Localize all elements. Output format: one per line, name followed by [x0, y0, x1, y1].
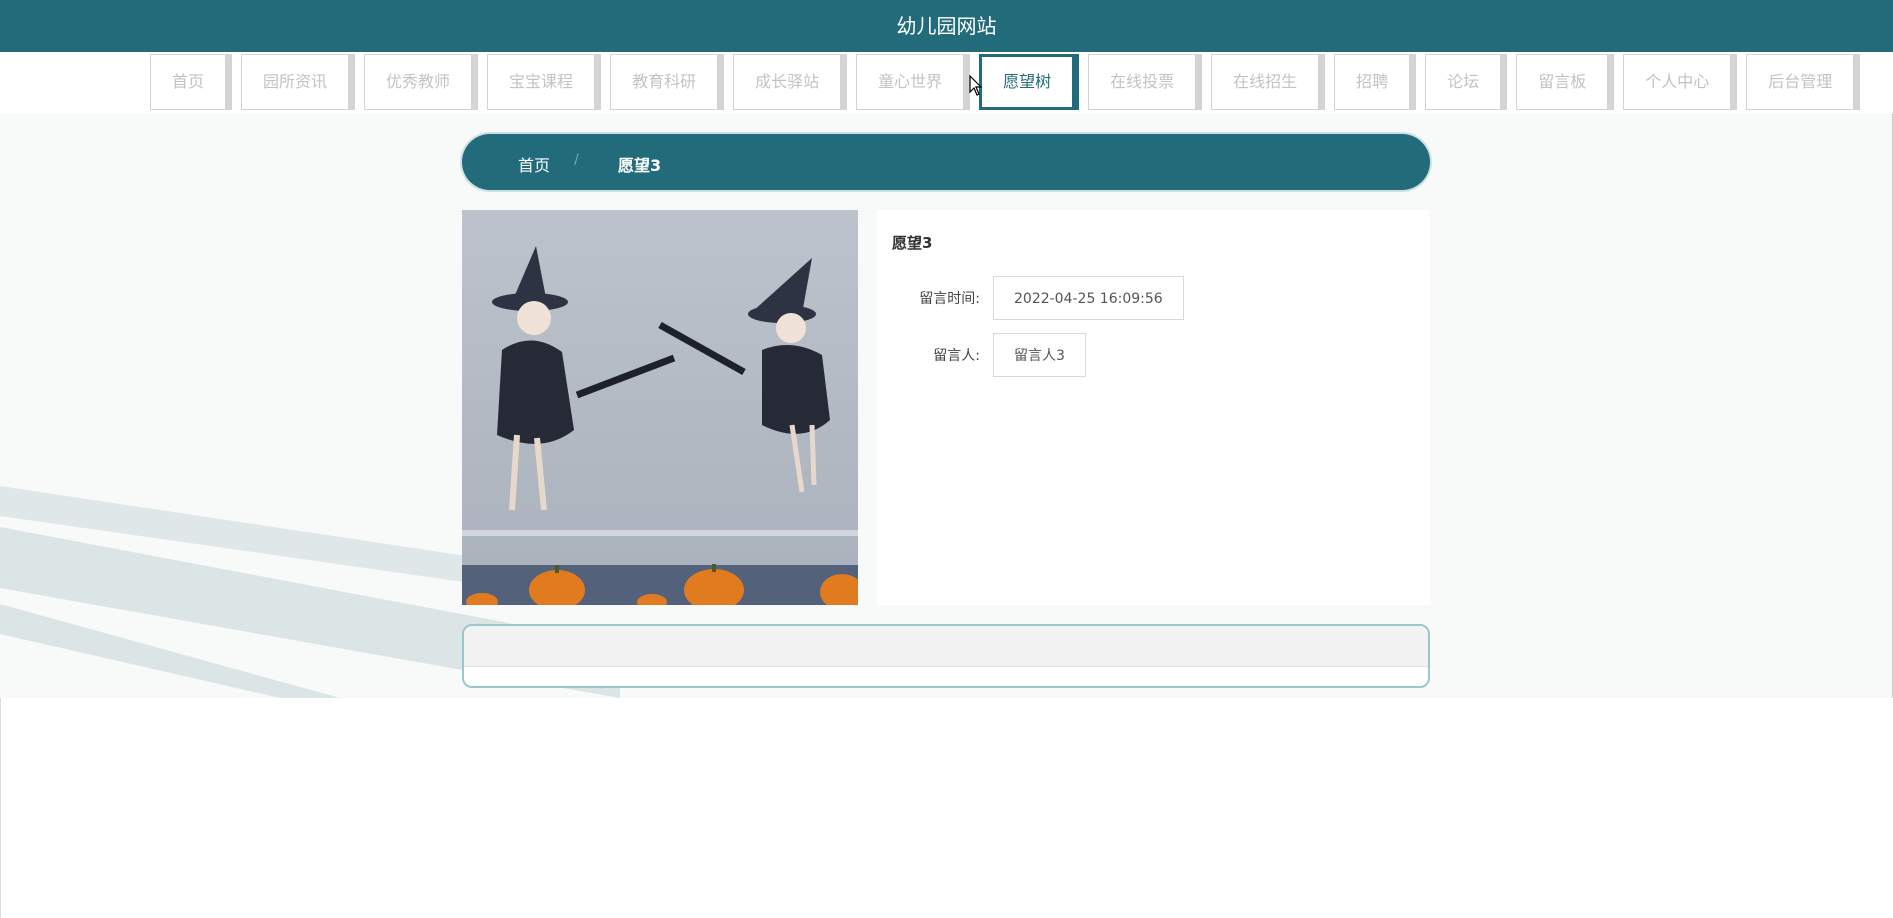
nav-item-news[interactable]: 园所资讯	[241, 54, 356, 110]
breadcrumb-separator: /	[574, 152, 579, 168]
breadcrumb-home-link[interactable]: 首页	[518, 152, 550, 176]
nav-item-home[interactable]: 首页	[150, 54, 233, 110]
nav-item-enrollment[interactable]: 在线招生	[1211, 54, 1326, 110]
author-row: 留言人: 留言人3	[877, 333, 1086, 377]
time-value: 2022-04-25 16:09:56	[993, 276, 1184, 320]
nav-item-kids-world[interactable]: 童心世界	[856, 54, 971, 110]
nav-item-message-board[interactable]: 留言板	[1516, 54, 1615, 110]
site-header: 幼儿园网站	[0, 0, 1893, 52]
comment-header	[464, 626, 1428, 667]
time-label: 留言时间:	[919, 291, 980, 307]
breadcrumb-current: 愿望3	[618, 156, 662, 175]
witch-children-photo-icon	[462, 210, 858, 605]
nav-item-admin[interactable]: 后台管理	[1746, 54, 1861, 110]
breadcrumb: 首页 / 愿望3	[462, 134, 1430, 190]
author-label: 留言人:	[933, 348, 980, 364]
nav-item-profile[interactable]: 个人中心	[1623, 54, 1738, 110]
content-area: 首页 / 愿望3 愿望3 留言时间: 2022-04-25 16:09:56 留…	[0, 114, 1893, 698]
mouse-cursor-icon	[969, 75, 983, 96]
nav-item-voting[interactable]: 在线投票	[1088, 54, 1203, 110]
nav-item-growth[interactable]: 成长驿站	[733, 54, 848, 110]
wish-title: 愿望3	[892, 234, 933, 252]
nav-item-forum[interactable]: 论坛	[1425, 54, 1508, 110]
site-title: 幼儿园网站	[896, 14, 997, 38]
nav-item-teachers[interactable]: 优秀教师	[364, 54, 479, 110]
author-value: 留言人3	[993, 333, 1086, 377]
comment-section	[462, 624, 1430, 688]
wish-detail-panel: 愿望3 留言时间: 2022-04-25 16:09:56 留言人: 留言人3	[877, 210, 1430, 605]
nav-item-research[interactable]: 教育科研	[610, 54, 725, 110]
nav-item-courses[interactable]: 宝宝课程	[487, 54, 602, 110]
wish-photo	[462, 210, 858, 605]
time-row: 留言时间: 2022-04-25 16:09:56	[877, 276, 1184, 320]
main-nav: 首页 园所资讯 优秀教师 宝宝课程 教育科研 成长驿站 童心世界 愿望树 在线投…	[0, 52, 1893, 114]
nav-item-wish-tree[interactable]: 愿望树	[979, 54, 1080, 110]
nav-item-recruitment[interactable]: 招聘	[1334, 54, 1417, 110]
